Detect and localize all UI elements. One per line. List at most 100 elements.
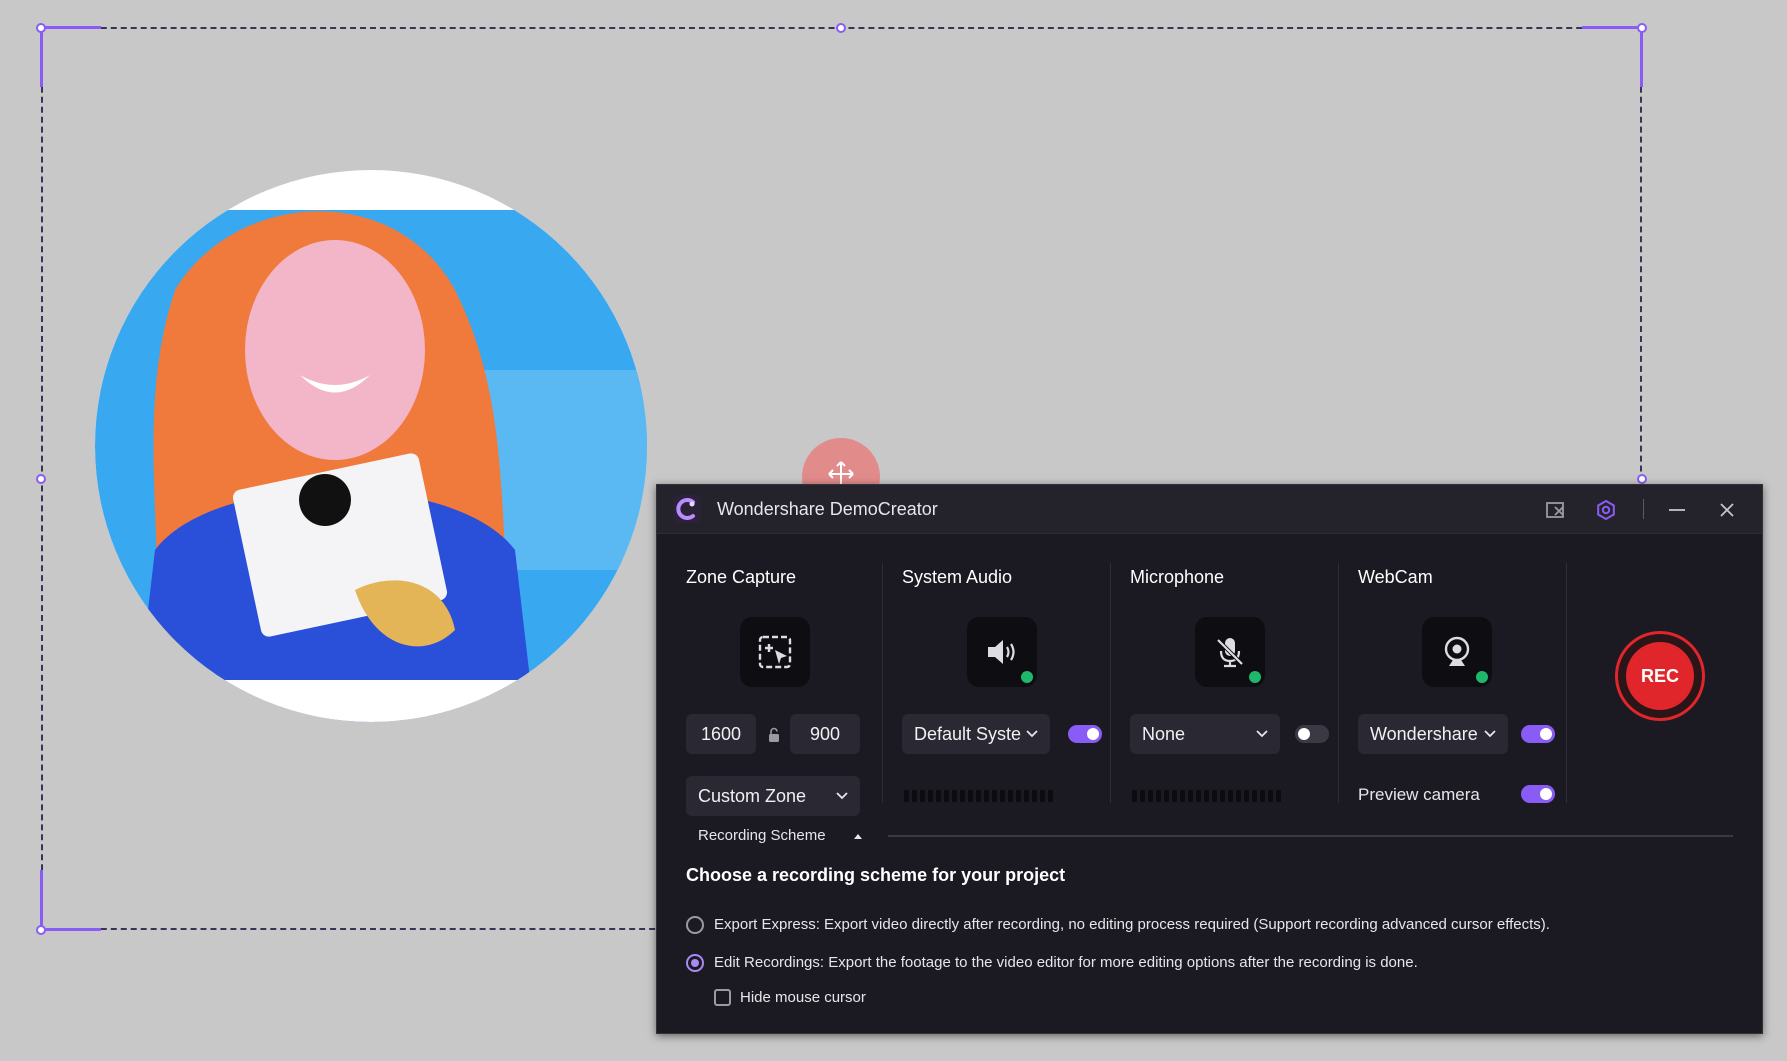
settings-button[interactable]	[1595, 499, 1617, 521]
meter-segment	[1024, 790, 1029, 802]
webcam-device-dropdown[interactable]: Wondershare	[1358, 714, 1508, 754]
zone-mode-dropdown[interactable]: Custom Zone	[686, 776, 860, 816]
meter-segment	[1156, 790, 1161, 802]
meter-segment	[920, 790, 925, 802]
system-audio-button[interactable]	[967, 617, 1037, 687]
recording-scheme-toggle[interactable]: Recording Scheme	[698, 827, 826, 844]
zone-edge-bottom-left[interactable]	[41, 928, 101, 931]
zone-capture-title: Zone Capture	[686, 567, 797, 587]
zone-edge-top-right[interactable]	[1582, 26, 1642, 29]
webcam-preview-image	[95, 210, 647, 722]
capture-settings-icon	[1546, 502, 1564, 518]
zone-capture-button[interactable]	[740, 617, 810, 687]
meter-segment	[1220, 790, 1225, 802]
meter-segment	[960, 790, 965, 802]
resize-handle-left[interactable]	[36, 474, 46, 484]
preview-camera-toggle[interactable]	[1521, 785, 1555, 803]
webcam-device-value: Wondershare	[1370, 724, 1478, 744]
column-divider	[1566, 563, 1567, 803]
meter-segment	[1228, 790, 1233, 802]
chevron-down-icon	[1484, 730, 1496, 738]
speaker-icon	[988, 640, 1015, 664]
microphone-button[interactable]	[1195, 617, 1265, 687]
meter-segment	[1188, 790, 1193, 802]
meter-segment	[1260, 790, 1265, 802]
meter-segment	[1140, 790, 1145, 802]
zone-edge-top-left[interactable]	[41, 26, 101, 29]
resize-handle-top-right[interactable]	[1637, 23, 1647, 33]
meter-segment	[984, 790, 989, 802]
meter-segment	[1244, 790, 1249, 802]
meter-segment	[1000, 790, 1005, 802]
resize-handle-top-left[interactable]	[36, 23, 46, 33]
chevron-down-icon	[1026, 730, 1038, 738]
close-button[interactable]	[1716, 499, 1738, 521]
webcam-preview[interactable]	[95, 170, 647, 722]
meter-segment	[936, 790, 941, 802]
rec-button[interactable]: REC	[1626, 642, 1694, 710]
toggle-knob	[1540, 788, 1552, 800]
edit-recordings-label[interactable]: Edit Recordings: Export the footage to t…	[714, 954, 1418, 971]
meter-segment	[928, 790, 933, 802]
resize-handle-top[interactable]	[836, 23, 846, 33]
system-audio-device-value: Default Syste	[914, 724, 1022, 744]
democreator-window: Wondershare DemoCreator Zone Capture Sys…	[656, 484, 1763, 1034]
meter-segment	[1180, 790, 1185, 802]
screenshot-zone-button[interactable]	[1545, 499, 1567, 521]
meter-segment	[1236, 790, 1241, 802]
meter-segment	[1276, 790, 1281, 802]
zone-edge-left-top[interactable]	[40, 27, 43, 87]
hide-mouse-cursor-checkbox[interactable]	[714, 989, 731, 1006]
meter-segment	[992, 790, 997, 802]
webcam-toggle[interactable]	[1521, 725, 1555, 743]
export-express-radio[interactable]	[686, 916, 704, 934]
caret-up-icon[interactable]	[853, 832, 863, 840]
status-ok-icon	[1247, 669, 1263, 685]
microphone-muted-icon	[1216, 638, 1244, 668]
meter-segment	[1212, 790, 1217, 802]
meter-segment	[976, 790, 981, 802]
zone-edge-right-top[interactable]	[1640, 27, 1643, 87]
minimize-icon	[1669, 509, 1685, 511]
meter-segment	[1204, 790, 1209, 802]
microphone-device-value: None	[1142, 724, 1186, 744]
zone-edge-left-bottom[interactable]	[40, 870, 43, 930]
meter-segment	[1132, 790, 1137, 802]
webcam-title: WebCam	[1358, 567, 1433, 587]
capture-height-value: 900	[809, 724, 841, 744]
capture-width-input[interactable]: 1600	[686, 714, 756, 754]
edit-recordings-radio[interactable]	[686, 954, 704, 972]
scheme-heading: Choose a recording scheme for your proje…	[686, 865, 1066, 885]
microphone-device-dropdown[interactable]: None	[1130, 714, 1280, 754]
hide-mouse-cursor-label[interactable]: Hide mouse cursor	[740, 989, 866, 1006]
gear-icon	[1597, 499, 1615, 521]
webcam-icon	[1444, 636, 1470, 666]
meter-segment	[1172, 790, 1177, 802]
microphone-toggle[interactable]	[1295, 725, 1329, 743]
close-icon	[1720, 503, 1734, 517]
preview-camera-label: Preview camera	[1358, 785, 1480, 804]
scheme-divider	[888, 835, 1733, 837]
toggle-knob	[1298, 728, 1310, 740]
column-divider	[882, 563, 883, 803]
rec-button-ring[interactable]: REC	[1615, 631, 1705, 721]
export-express-label[interactable]: Export Express: Export video directly af…	[714, 916, 1550, 933]
title-bar[interactable]: Wondershare DemoCreator	[657, 485, 1762, 534]
minimize-button[interactable]	[1666, 499, 1688, 521]
system-audio-device-dropdown[interactable]: Default Syste	[902, 714, 1050, 754]
resize-handle-bottom-left[interactable]	[36, 925, 46, 935]
microphone-title: Microphone	[1130, 567, 1225, 587]
meter-segment	[904, 790, 909, 802]
meter-segment	[1032, 790, 1037, 802]
column-divider	[1338, 563, 1339, 803]
resize-handle-right[interactable]	[1637, 474, 1647, 484]
zone-mode-value: Custom Zone	[698, 786, 807, 806]
meter-segment	[1268, 790, 1273, 802]
titlebar-divider	[1643, 499, 1644, 519]
webcam-button[interactable]	[1422, 617, 1492, 687]
microphone-level-meter	[1132, 790, 1281, 802]
aspect-lock-icon[interactable]	[767, 727, 781, 743]
meter-segment	[952, 790, 957, 802]
system-audio-toggle[interactable]	[1068, 725, 1102, 743]
capture-height-input[interactable]: 900	[790, 714, 860, 754]
